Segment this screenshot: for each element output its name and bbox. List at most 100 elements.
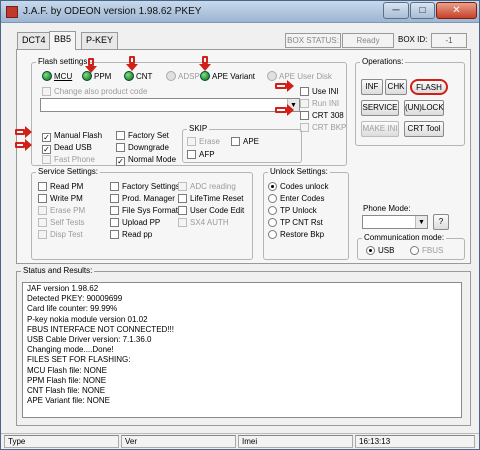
crt-bkp-checkbox[interactable]: CRT BKP xyxy=(300,122,346,133)
write-pm-checkbox[interactable]: Write PM xyxy=(38,193,83,204)
self-tests-checkbox[interactable]: Self Tests xyxy=(38,217,85,228)
use-ini-checkbox[interactable]: Use INI xyxy=(300,86,339,97)
log-line: Detected PKEY: 90009699 xyxy=(27,294,123,304)
box-id-label: BOX ID: xyxy=(398,35,428,44)
led-mcu[interactable]: MCU xyxy=(42,71,72,83)
operations-legend: Operations: xyxy=(360,57,406,66)
annotation-arrow xyxy=(199,64,211,71)
adc-reading-checkbox[interactable]: ADC reading xyxy=(178,181,236,192)
annotation-arrow xyxy=(126,64,138,71)
fast-phone-checkbox[interactable]: Fast Phone xyxy=(42,154,95,165)
tp-cnt-rst-radio[interactable]: TP CNT Rst xyxy=(268,217,323,228)
file-sys-format-checkbox[interactable]: File Sys Format xyxy=(110,205,178,216)
enter-codes-radio[interactable]: Enter Codes xyxy=(268,193,324,204)
chevron-down-icon: ▼ xyxy=(415,216,427,228)
led-icon xyxy=(124,71,134,81)
led-ape-variant[interactable]: APE Variant xyxy=(200,71,255,83)
make-ini-button[interactable]: MAKE INI xyxy=(361,121,399,137)
annotation-arrow xyxy=(287,80,294,92)
led-adsp[interactable]: ADSP xyxy=(166,71,200,83)
dead-usb-checkbox[interactable]: ✓ Dead USB xyxy=(42,142,92,154)
flash-button[interactable]: FLASH xyxy=(410,79,448,95)
status-bar: Type Ver Imei 16:13:13 xyxy=(1,433,479,449)
annotation-arrow xyxy=(202,56,208,64)
fbus-radio[interactable]: FBUS xyxy=(410,245,443,256)
skip-afp-checkbox[interactable]: AFP xyxy=(187,149,215,160)
communication-mode-legend: Communication mode: xyxy=(362,233,447,242)
annotation-arrow xyxy=(129,56,135,64)
restore-bkp-radio[interactable]: Restore Bkp xyxy=(268,229,324,240)
unlock-settings-group: Unlock Settings: Codes unlock Enter Code… xyxy=(263,167,349,260)
led-icon xyxy=(267,71,277,81)
tab-p-key[interactable]: P-KEY xyxy=(81,32,119,49)
service-button[interactable]: SERVICE xyxy=(361,100,399,116)
unlock-settings-legend: Unlock Settings: xyxy=(268,167,330,176)
user-code-edit-checkbox[interactable]: User Code Edit xyxy=(178,205,244,216)
tp-unlock-radio[interactable]: TP Unlock xyxy=(268,205,317,216)
annotation-arrow xyxy=(275,83,287,89)
box-id-value: -1 xyxy=(431,33,467,48)
log-line: APE Variant file: NONE xyxy=(27,396,110,406)
maximize-button[interactable]: □ xyxy=(410,2,435,19)
box-status-value: Ready xyxy=(342,33,394,48)
statusbar-type: Type xyxy=(4,435,119,448)
usb-radio[interactable]: USB xyxy=(366,245,394,256)
product-code-combo[interactable]: ▼ xyxy=(40,98,300,112)
service-settings-group: Service Settings: Read PM Write PM Erase… xyxy=(31,167,253,260)
factory-set-checkbox[interactable]: Factory Set xyxy=(116,130,169,141)
annotation-arrow xyxy=(15,129,25,135)
normal-mode-checkbox[interactable]: ✓ Normal Mode xyxy=(116,154,176,166)
inf-button[interactable]: INF xyxy=(361,79,383,95)
log-line: Card life counter: 99.99% xyxy=(27,304,118,314)
log-line: Changing mode....Done! xyxy=(27,345,114,355)
crt-tool-button[interactable]: CRT Tool xyxy=(404,121,444,137)
crt-308-checkbox[interactable]: CRT 308 xyxy=(300,110,344,121)
statusbar-imei: Imei xyxy=(238,435,353,448)
prod-manager-checkbox[interactable]: Prod. Manager xyxy=(110,193,175,204)
codes-unlock-radio[interactable]: Codes unlock xyxy=(268,181,328,192)
box-status-label: BOX STATUS: xyxy=(285,33,341,48)
downgrade-checkbox[interactable]: Downgrade xyxy=(116,142,169,153)
skip-erase-checkbox[interactable]: Erase xyxy=(187,136,220,147)
read-pm-checkbox[interactable]: Read PM xyxy=(38,181,83,192)
close-button[interactable]: ✕ xyxy=(436,2,477,19)
led-cnt[interactable]: CNT xyxy=(124,71,152,83)
bb5-panel: Flash settings MCU PPM CNT ADSP APE Vari… xyxy=(15,49,471,264)
results-log[interactable]: JAF version 1.98.62 Detected PKEY: 90009… xyxy=(22,282,462,418)
erase-pm-checkbox[interactable]: Erase PM xyxy=(38,205,85,216)
unlock-button[interactable]: (UN)LOCK xyxy=(404,100,444,116)
manual-flash-checkbox[interactable]: ✓ Manual Flash xyxy=(42,130,102,142)
run-ini-checkbox[interactable]: Run INI xyxy=(300,98,339,109)
change-product-code-checkbox[interactable]: Change also product code xyxy=(42,86,147,97)
chk-button[interactable]: CHK xyxy=(385,79,407,95)
jaf-window: J.A.F. by ODEON version 1.98.62 PKEY ─ □… xyxy=(0,0,480,450)
annotation-arrow xyxy=(25,126,32,138)
annotation-arrow xyxy=(287,104,294,116)
communication-mode-group: Communication mode: USB FBUS xyxy=(357,233,465,260)
sx4-auth-checkbox[interactable]: SX4 AUTH xyxy=(178,217,229,228)
tab-bb5[interactable]: BB5 xyxy=(49,31,77,50)
read-pp-checkbox[interactable]: Read pp xyxy=(110,229,152,240)
annotation-arrow xyxy=(88,58,94,66)
title-bar[interactable]: J.A.F. by ODEON version 1.98.62 PKEY ─ □… xyxy=(1,1,479,23)
factory-settings-checkbox[interactable]: Factory Settings xyxy=(110,181,180,192)
upload-pp-checkbox[interactable]: Upload PP xyxy=(110,217,160,228)
log-line: FBUS INTERFACE NOT CONNECTED!!! xyxy=(27,324,174,334)
tab-dct4[interactable]: DCT4 xyxy=(17,32,51,49)
log-line: MCU Flash file: NONE xyxy=(27,365,108,375)
service-settings-legend: Service Settings: xyxy=(36,167,101,176)
app-icon xyxy=(6,6,18,18)
phone-mode-help-button[interactable]: ? xyxy=(433,214,449,230)
log-line: P-key nokia module version 01.02 xyxy=(27,314,148,324)
minimize-button[interactable]: ─ xyxy=(383,2,409,19)
phone-mode-combo[interactable]: ▼ xyxy=(362,215,428,229)
disp-test-checkbox[interactable]: Disp Test xyxy=(38,229,83,240)
annotation-arrow xyxy=(25,139,32,151)
operations-group: Operations: INF CHK FLASH SERVICE (UN)LO… xyxy=(355,57,465,146)
log-line: FILES SET FOR FLASHING: xyxy=(27,355,131,365)
skip-ape-checkbox[interactable]: APE xyxy=(231,136,259,147)
led-ape-user-disk[interactable]: APE User Disk xyxy=(267,71,332,83)
log-line: CNT Flash file: NONE xyxy=(27,386,106,396)
status-results-legend: Status and Results: xyxy=(21,266,95,275)
lifetime-reset-checkbox[interactable]: LifeTime Reset xyxy=(178,193,244,204)
